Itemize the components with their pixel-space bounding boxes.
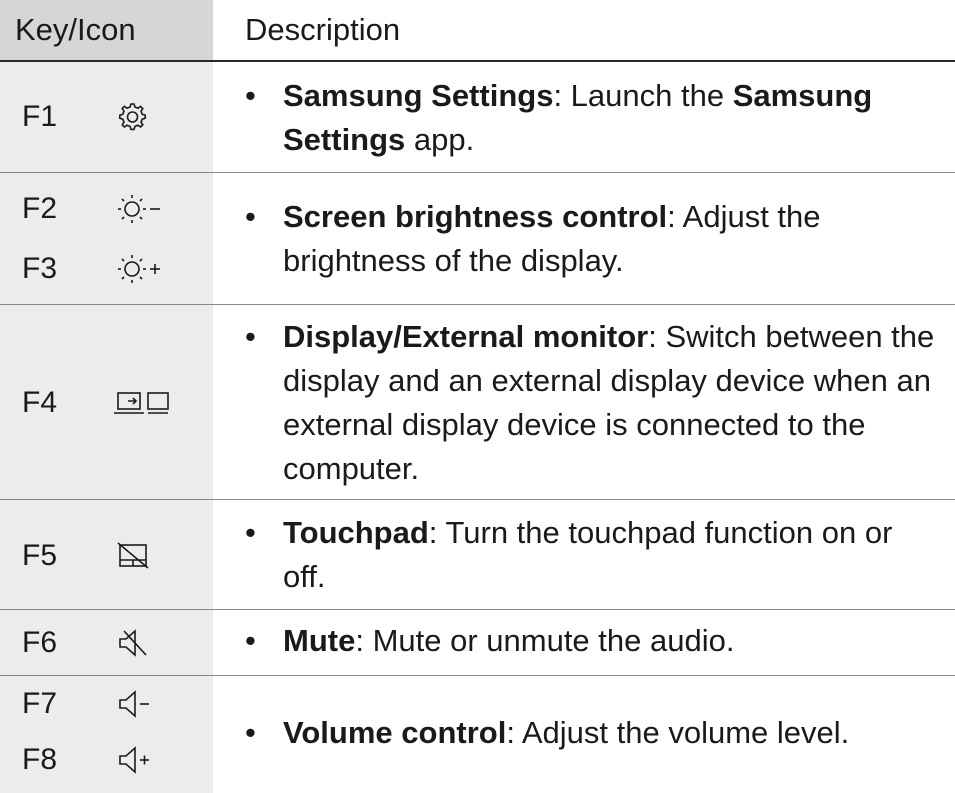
description-text: Volume control: Adjust the volume level.: [283, 715, 850, 750]
key-cell: F6: [0, 610, 213, 675]
description-column-header: Description: [245, 12, 401, 47]
description-text: Samsung Settings: Launch the Samsung Set…: [283, 78, 873, 157]
key-line: F6: [0, 615, 213, 671]
feature-term: Mute: [283, 623, 356, 658]
brightness-up-icon: [108, 251, 180, 287]
feature-term: Touchpad: [283, 515, 429, 550]
bullet: •: [245, 715, 256, 750]
display-switch-icon: [108, 385, 180, 421]
description-text: Mute: Mute or unmute the audio.: [283, 623, 735, 658]
key-line: F2: [0, 181, 213, 237]
key-name: F7: [22, 687, 58, 720]
table-row: F1 • Samsung Settings: Launch the Samsun…: [0, 62, 955, 173]
key-icon-column-header: Key/Icon: [0, 0, 213, 60]
table-row: F4 • Display/External monitor: Switch be…: [0, 305, 955, 500]
key-line: F5: [0, 528, 213, 584]
gear-icon: [108, 99, 180, 135]
bullet: •: [245, 319, 256, 354]
table-row: F5 • Touchpad: Turn the touchpad functio…: [0, 500, 955, 610]
key-line: F4: [0, 375, 213, 431]
volume-down-icon: [108, 686, 180, 722]
key-line: F1: [0, 89, 213, 145]
feature-term: Samsung Settings: [283, 78, 554, 113]
bullet: •: [245, 199, 256, 234]
key-name: F3: [22, 252, 58, 285]
key-name: F1: [22, 100, 58, 133]
key-name: F4: [22, 386, 58, 419]
key-cell: F2 F3: [0, 173, 213, 304]
touchpad-off-icon: [108, 538, 180, 574]
key-name: F5: [22, 539, 58, 572]
bullet: •: [245, 515, 256, 550]
bullet: •: [245, 623, 256, 658]
feature-term: Screen brightness control: [283, 199, 668, 234]
function-key-table: Key/Icon Description F1 • Samsung Settin…: [0, 0, 955, 793]
description-text: Display/External monitor: Switch between…: [283, 319, 935, 486]
description-text: Touchpad: Turn the touchpad function on …: [283, 515, 893, 594]
key-name: F2: [22, 192, 58, 225]
key-cell: F1: [0, 62, 213, 172]
mute-icon: [108, 625, 180, 661]
key-name: F6: [22, 626, 58, 659]
table-header: Key/Icon Description: [0, 0, 955, 62]
feature-term: Volume control: [283, 715, 507, 750]
table-row: F7 F8 • Volume control: Adjust the volum…: [0, 676, 955, 793]
key-cell: F7 F8: [0, 676, 213, 793]
bullet: •: [245, 78, 256, 113]
key-cell: F4: [0, 305, 213, 499]
key-name: F8: [22, 743, 58, 776]
table-row: F2 F3 • Screen brightness control: Adjus…: [0, 173, 955, 305]
key-line: F7: [0, 676, 213, 732]
volume-up-icon: [108, 742, 180, 778]
key-line: F3: [0, 241, 213, 297]
feature-term: Display/External monitor: [283, 319, 649, 354]
table-row: F6 • Mute: Mute or unmute the audio.: [0, 610, 955, 676]
description-text: Screen brightness control: Adjust the br…: [283, 199, 821, 278]
key-cell: F5: [0, 500, 213, 609]
brightness-down-icon: [108, 191, 180, 227]
key-line: F8: [0, 732, 213, 788]
